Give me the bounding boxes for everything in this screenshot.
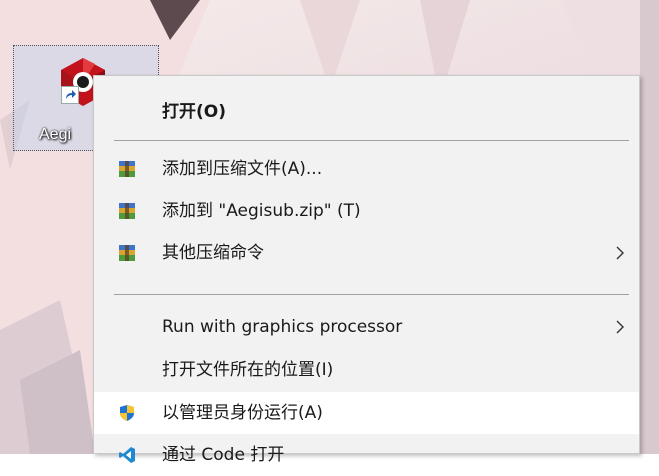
menu-item-open-with-code[interactable]: 通过 Code 打开 [94,434,639,476]
menu-item-label: 以管理员身份运行(A) [162,403,323,423]
desktop-icon-label: Aegi [39,126,72,143]
menu-item-run-as-admin[interactable]: 以管理员身份运行(A) [94,392,639,434]
menu-separator [114,140,629,141]
menu-item-label: Run with graphics processor [162,317,403,337]
uac-shield-icon [120,405,134,421]
vscode-icon [119,447,135,463]
menu-item-add-to-zip[interactable]: 添加到 "Aegisub.zip" (T) [94,190,639,232]
winrar-archive-icon [119,161,135,177]
menu-item-label: 打开文件所在的位置(I) [162,360,334,380]
menu-item-open[interactable]: 打开(O) [94,91,639,133]
menu-item-add-to-archive[interactable]: 添加到压缩文件(A)... [94,148,639,190]
menu-item-run-with-gpu[interactable]: Run with graphics processor [94,306,639,348]
menu-separator [114,294,629,295]
menu-item-label: 其他压缩命令 [162,243,264,263]
menu-item-open-label: 打开(O) [162,102,226,122]
menu-item-open-file-location[interactable]: 打开文件所在的位置(I) [94,349,639,391]
menu-item-label: 通过 Code 打开 [162,445,285,465]
menu-item-other-compress[interactable]: 其他压缩命令 [94,232,639,274]
chevron-right-icon [616,246,624,260]
chevron-right-icon [616,320,624,334]
menu-item-label: 添加到 "Aegisub.zip" (T) [162,201,361,221]
context-menu: 打开(O) 添加到压缩文件(A)... 添加到 "Aegisub.zip" (T… [93,75,640,465]
shortcut-arrow-icon [61,86,79,104]
winrar-archive-icon [119,203,135,219]
winrar-archive-icon [119,245,135,261]
menu-item-label: 添加到压缩文件(A)... [162,159,323,179]
